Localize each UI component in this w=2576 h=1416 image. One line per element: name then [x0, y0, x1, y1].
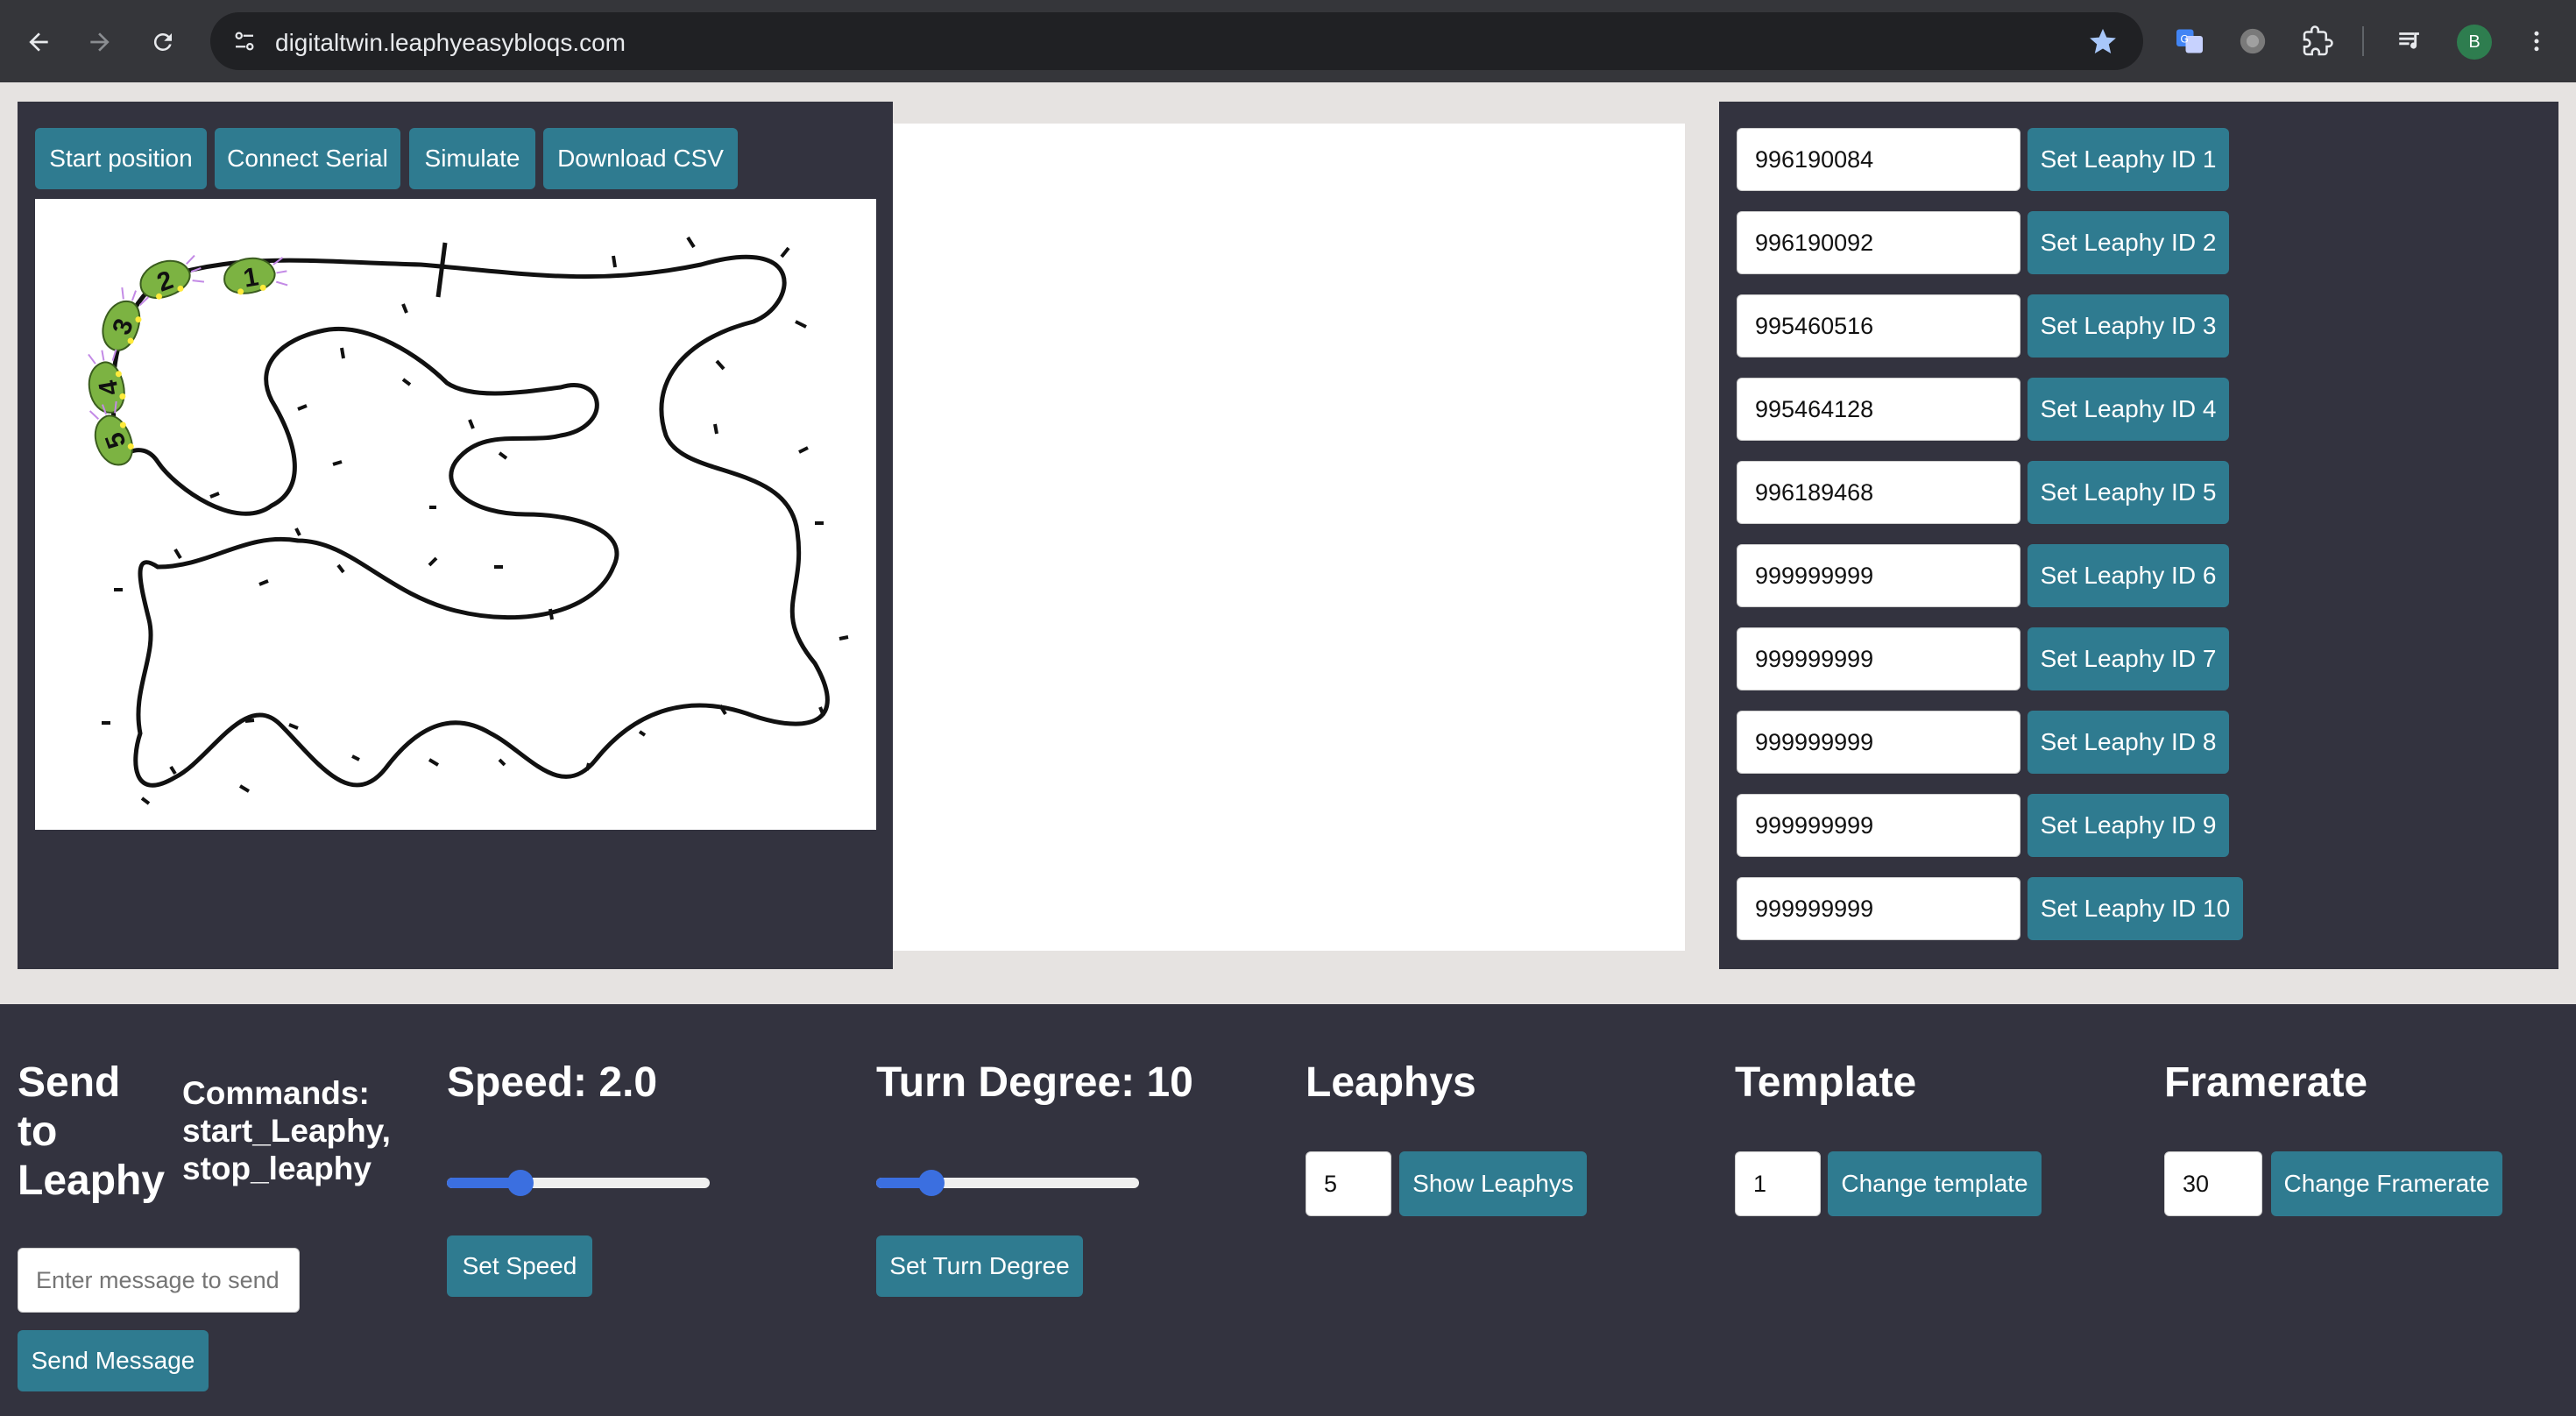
set-leaphy-id-6-button[interactable]: Set Leaphy ID 6: [2028, 544, 2229, 607]
leaphy-id-input-10[interactable]: 999999999: [1737, 877, 2020, 940]
set-turn-degree-button[interactable]: Set Turn Degree: [876, 1235, 1083, 1297]
start-position-button[interactable]: Start position: [35, 128, 207, 189]
leaphys-count-input[interactable]: 5: [1306, 1151, 1391, 1216]
template-title: Template: [1735, 1059, 1917, 1106]
change-template-button[interactable]: Change template: [1828, 1151, 2042, 1216]
set-leaphy-id-2-button[interactable]: Set Leaphy ID 2: [2028, 211, 2229, 274]
framerate-title: Framerate: [2164, 1059, 2368, 1106]
connect-serial-button[interactable]: Connect Serial: [215, 128, 400, 189]
commands-hint: Commands: start_Leaphy, stop_leaphy: [182, 1074, 391, 1187]
translate-extension-icon[interactable]: G: [2168, 19, 2212, 63]
leaphy-id-input-1[interactable]: 996190084: [1737, 128, 2020, 191]
speed-slider-thumb[interactable]: [507, 1170, 534, 1196]
simulate-button[interactable]: Simulate: [409, 128, 535, 189]
site-settings-icon[interactable]: [223, 19, 266, 63]
set-leaphy-id-8-button[interactable]: Set Leaphy ID 8: [2028, 711, 2229, 774]
set-leaphy-id-3-button[interactable]: Set Leaphy ID 3: [2028, 294, 2229, 358]
puzzle-extensions-icon[interactable]: [2296, 19, 2339, 63]
url-text: digitaltwin.leaphyeasybloqs.com: [275, 29, 626, 56]
send-message-button[interactable]: Send Message: [18, 1330, 209, 1391]
track-tick-marks: [102, 236, 849, 805]
leaphy-id-input-6[interactable]: 999999999: [1737, 544, 2020, 607]
reload-icon[interactable]: [138, 18, 188, 67]
commands-line1: Commands:: [182, 1075, 370, 1111]
more-vert-icon[interactable]: [2515, 19, 2558, 63]
leaphy-id-input-7[interactable]: 999999999: [1737, 627, 2020, 690]
leaphy-id-input-3[interactable]: 995460516: [1737, 294, 2020, 358]
speed-slider[interactable]: [447, 1170, 710, 1196]
leaphys-title: Leaphys: [1306, 1059, 1476, 1106]
set-speed-button[interactable]: Set Speed: [447, 1235, 592, 1297]
robot-1: 1: [223, 257, 288, 295]
leaphy-id-input-2[interactable]: 996190092: [1737, 211, 2020, 274]
track-drawing: 1 2 3 4 5: [88, 236, 849, 805]
turn-degree-title: Turn Degree: 10: [876, 1059, 1193, 1106]
set-leaphy-id-9-button[interactable]: Set Leaphy ID 9: [2028, 794, 2229, 857]
browser-toolbar: digitaltwin.leaphyeasybloqs.com G B: [0, 0, 2576, 82]
leaphy-id-input-5[interactable]: 996189468: [1737, 461, 2020, 524]
start-marker: [435, 242, 448, 298]
forward-arrow-icon[interactable]: [75, 18, 124, 67]
media-controls-icon[interactable]: [2388, 19, 2432, 63]
extension-circle-icon[interactable]: [2231, 19, 2275, 63]
set-leaphy-id-1-button[interactable]: Set Leaphy ID 1: [2028, 128, 2229, 191]
profile-avatar[interactable]: B: [2457, 25, 2492, 60]
svg-text:G: G: [2181, 33, 2189, 46]
set-leaphy-id-10-button[interactable]: Set Leaphy ID 10: [2028, 877, 2243, 940]
change-framerate-button[interactable]: Change Framerate: [2271, 1151, 2502, 1216]
message-input[interactable]: [18, 1248, 300, 1313]
set-leaphy-id-5-button[interactable]: Set Leaphy ID 5: [2028, 461, 2229, 524]
output-area: [893, 124, 1685, 951]
commands-line3: stop_leaphy: [182, 1150, 372, 1186]
framerate-input[interactable]: 30: [2164, 1151, 2262, 1216]
set-leaphy-id-7-button[interactable]: Set Leaphy ID 7: [2028, 627, 2229, 690]
leaphy-id-input-8[interactable]: 999999999: [1737, 711, 2020, 774]
leaphy-id-input-9[interactable]: 999999999: [1737, 794, 2020, 857]
back-arrow-icon[interactable]: [14, 18, 63, 67]
turn-degree-slider[interactable]: [876, 1170, 1139, 1196]
bookmark-star-icon[interactable]: [2085, 24, 2120, 59]
send-title-line3: Leaphy: [18, 1158, 166, 1204]
template-input[interactable]: 1: [1735, 1151, 1821, 1216]
send-title-line2: to: [18, 1108, 58, 1155]
speed-title: Speed: 2.0: [447, 1059, 658, 1106]
download-csv-button[interactable]: Download CSV: [543, 128, 738, 189]
send-title-line1: Send: [18, 1059, 121, 1106]
toolbar-separator: [2362, 26, 2364, 56]
show-leaphys-button[interactable]: Show Leaphys: [1399, 1151, 1587, 1216]
track-canvas[interactable]: 1 2 3 4 5: [35, 199, 876, 830]
commands-line2: start_Leaphy,: [182, 1113, 391, 1149]
leaphy-id-input-4[interactable]: 995464128: [1737, 378, 2020, 441]
turn-slider-thumb[interactable]: [918, 1170, 945, 1196]
set-leaphy-id-4-button[interactable]: Set Leaphy ID 4: [2028, 378, 2229, 441]
address-bar[interactable]: digitaltwin.leaphyeasybloqs.com: [210, 12, 2143, 70]
send-title: Send to Leaphy: [18, 1058, 165, 1206]
robot-4: 4: [88, 349, 126, 414]
